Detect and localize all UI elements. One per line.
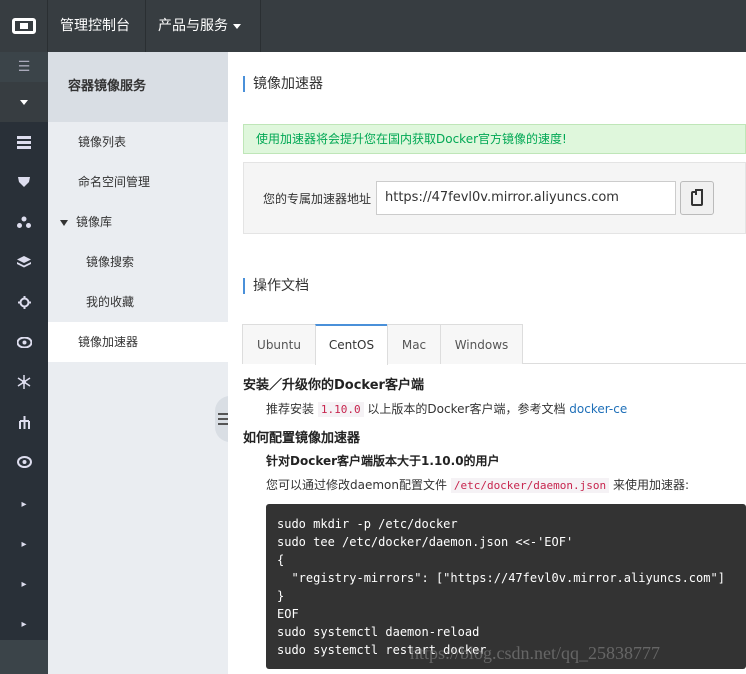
code-line: "registry-mirrors": ["https://47fevl0v.m… <box>277 571 725 585</box>
tab-mac[interactable]: Mac <box>387 324 441 364</box>
modify-text: 您可以通过修改daemon配置文件 /etc/docker/daemon.jso… <box>266 476 689 493</box>
icon-rail: ☰ ▸ ▸ ▸ ▸ <box>0 52 48 674</box>
chevron-right-icon[interactable]: ▸ <box>0 564 48 604</box>
sidebar-item-repository[interactable]: 镜像库 <box>48 202 228 242</box>
network-icon[interactable] <box>0 202 48 242</box>
sidebar-item-label: 我的收藏 <box>86 295 135 309</box>
code-line: EOF <box>277 607 299 621</box>
sidebar-item-label: 镜像库 <box>76 215 113 229</box>
sidebar-item-label: 镜像列表 <box>78 135 127 149</box>
sidebar-item-favorites[interactable]: 我的收藏 <box>48 282 228 322</box>
sidebar-item-image-search[interactable]: 镜像搜索 <box>48 242 228 282</box>
service-sidebar: 容器镜像服务 镜像列表 命名空间管理 镜像库 镜像搜索 我的收藏 镜像加速器 <box>48 52 228 674</box>
tab-ubuntu[interactable]: Ubuntu <box>242 324 316 364</box>
tab-centos[interactable]: CentOS <box>315 324 388 365</box>
chevron-right-icon[interactable]: ▸ <box>0 484 48 524</box>
docker-ce-link[interactable]: docker-ce <box>569 402 627 416</box>
hub-icon[interactable] <box>0 362 48 402</box>
os-tabs: Ubuntu CentOS Mac Windows <box>242 324 746 365</box>
tab-windows[interactable]: Windows <box>440 324 523 364</box>
sidebar-item-label: 镜像加速器 <box>78 335 139 349</box>
config-heading: 如何配置镜像加速器 <box>243 431 361 446</box>
menu-icon[interactable]: ☰ <box>0 52 48 82</box>
accelerator-address-panel: 您的专属加速器地址 https://47fevl0v.mirror.aliyun… <box>243 162 746 234</box>
sidebar-item-image-list[interactable]: 镜像列表 <box>48 122 228 162</box>
chevron-down-icon <box>20 99 28 105</box>
caret-down-icon <box>60 219 68 226</box>
gift-icon[interactable] <box>0 162 48 202</box>
products-label: 产品与服务 <box>158 18 228 34</box>
address-label: 您的专属加速器地址 <box>263 192 372 206</box>
recommend-prefix: 推荐安装 <box>266 402 315 416</box>
modify-suffix: 来使用加速器: <box>612 478 690 492</box>
gear-icon[interactable] <box>0 282 48 322</box>
sidebar-item-accelerator[interactable]: 镜像加速器 <box>48 322 228 362</box>
menu-icon <box>217 413 228 425</box>
sidebar-title: 容器镜像服务 <box>48 52 228 122</box>
code-line: } <box>277 589 285 603</box>
sidebar-item-label: 镜像搜索 <box>86 255 135 269</box>
modify-prefix: 您可以通过修改daemon配置文件 <box>266 478 447 492</box>
console-link[interactable]: 管理控制台 <box>48 0 146 52</box>
cloud-icon[interactable] <box>0 442 48 482</box>
top-navbar: 管理控制台 产品与服务 <box>0 0 746 52</box>
server-icon[interactable] <box>0 122 48 162</box>
code-line: sudo mkdir -p /etc/docker <box>277 517 458 531</box>
accelerator-address-input[interactable]: https://47fevl0v.mirror.aliyuncs.com <box>376 181 676 215</box>
rail-collapse-toggle[interactable] <box>0 82 48 122</box>
products-menu[interactable]: 产品与服务 <box>146 0 261 52</box>
code-line: sudo tee /etc/docker/daemon.json <<-'EOF… <box>277 535 574 549</box>
recommend-middle: 以上版本的Docker客户端，参考文档 <box>367 402 566 416</box>
aliyun-logo-icon[interactable] <box>0 0 48 52</box>
watermark: https://blog.csdn.net/qq_25838777 <box>410 643 660 663</box>
rail-footer <box>0 640 48 674</box>
eye-icon[interactable] <box>0 322 48 362</box>
layers-icon[interactable] <box>0 242 48 282</box>
chevron-right-icon[interactable]: ▸ <box>0 604 48 644</box>
clipboard-icon <box>691 188 703 206</box>
chevron-right-icon[interactable]: ▸ <box>0 524 48 564</box>
version-code: 1.10.0 <box>317 402 364 417</box>
install-heading: 安装／升级你的Docker客户端 <box>243 378 424 393</box>
config-subheading: 针对Docker客户端版本大于1.10.0的用户 <box>266 454 500 468</box>
main-content: 镜像加速器 使用加速器将会提升您在国内获取Docker官方镜像的速度! 您的专属… <box>228 52 746 674</box>
sidebar-item-label: 命名空间管理 <box>78 175 151 189</box>
daemon-path-code: /etc/docker/daemon.json <box>450 478 610 493</box>
tree-icon[interactable] <box>0 402 48 442</box>
recommend-text: 推荐安装 1.10.0 以上版本的Docker客户端，参考文档 docker-c… <box>266 400 627 417</box>
docs-title: 操作文档 <box>243 278 309 294</box>
info-notice: 使用加速器将会提升您在国内获取Docker官方镜像的速度! <box>243 124 746 154</box>
code-line: { <box>277 553 285 567</box>
chevron-down-icon <box>233 23 241 29</box>
copy-button[interactable] <box>680 181 714 215</box>
page-title: 镜像加速器 <box>243 76 323 92</box>
sidebar-item-namespace[interactable]: 命名空间管理 <box>48 162 228 202</box>
code-line: sudo systemctl daemon-reload <box>277 625 480 639</box>
